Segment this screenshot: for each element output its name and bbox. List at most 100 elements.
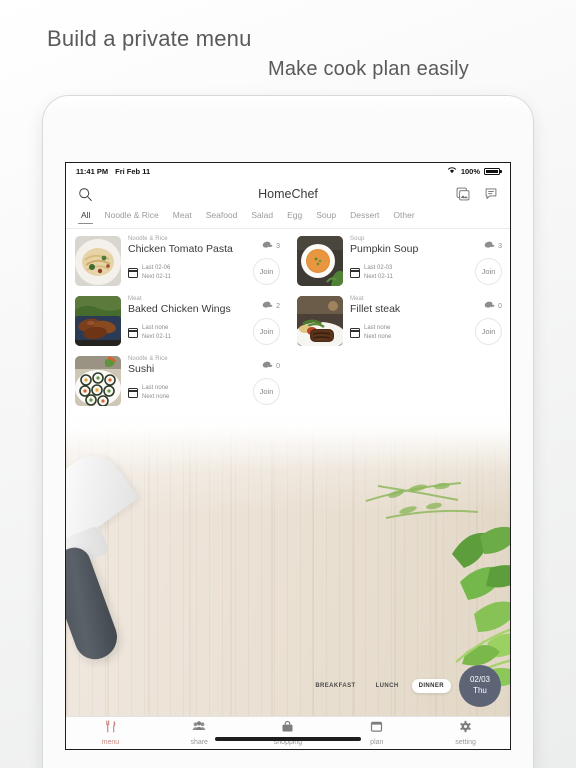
kitchen-background-photo: BREAKFAST LUNCH DINNER 02/03 Thu (66, 411, 510, 716)
status-date: Fri Feb 11 (115, 166, 151, 176)
chef-hat-icon (262, 297, 273, 315)
recipe-last-date: Last 02-06 (142, 265, 171, 271)
recipe-card[interactable]: Meat Baked Chicken Wings Last none Next … (66, 291, 288, 351)
recipe-last-date: Last 02-03 (364, 265, 393, 271)
tab-all[interactable]: All (74, 209, 97, 224)
gear-icon (459, 720, 472, 738)
recipe-category: Noodle & Rice (128, 356, 168, 362)
recipe-next-date: Next none (364, 334, 392, 340)
join-button[interactable]: Join (475, 318, 502, 345)
tab-noodle-rice[interactable]: Noodle & Rice (97, 209, 165, 224)
recipe-next-date: Next none (142, 394, 170, 400)
cutlery-icon (104, 720, 117, 738)
note-add-icon[interactable] (484, 187, 498, 201)
recipe-thumbnail-steak (297, 296, 343, 346)
headline-secondary: Make cook plan easily (268, 58, 469, 80)
home-indicator[interactable] (215, 737, 361, 741)
tablet-device-frame: 11:41 PM Fri Feb 11 100% HomeChef All No… (43, 96, 533, 768)
nav-bar: HomeChef (66, 179, 510, 209)
calendar-icon (350, 268, 360, 278)
tab-menu[interactable]: menu (66, 720, 155, 746)
chef-hat-icon (262, 357, 273, 375)
page-title: HomeChef (258, 187, 318, 201)
meal-tag-lunch[interactable]: LUNCH (369, 679, 406, 693)
recipe-category: Meat (128, 296, 142, 302)
cook-count-value: 0 (498, 302, 502, 310)
tab-dessert[interactable]: Dessert (343, 209, 386, 224)
calendar-icon (370, 720, 383, 738)
battery-percent-label: 100% (460, 166, 480, 176)
search-icon[interactable] (78, 187, 93, 202)
calendar-icon (128, 388, 138, 398)
basket-icon (281, 720, 294, 738)
calendar-icon (128, 328, 138, 338)
recipe-card[interactable]: Soup Pumpkin Soup Last 02-03 Next 02-11 (288, 231, 510, 291)
recipe-last-date: Last none (364, 325, 391, 331)
recipe-thumbnail-sushi (75, 356, 121, 406)
tab-other[interactable]: Other (386, 209, 421, 224)
cook-count-value: 3 (276, 242, 280, 250)
tab-share[interactable]: share (155, 720, 244, 746)
recipe-cook-count: 0 (484, 297, 502, 315)
recipe-category: Noodle & Rice (128, 236, 168, 242)
cook-count-value: 3 (498, 242, 502, 250)
recipe-last-date: Last none (142, 325, 169, 331)
recipe-cook-count: 0 (262, 357, 280, 375)
gallery-icon[interactable] (456, 187, 470, 201)
recipe-name: Baked Chicken Wings (128, 303, 231, 315)
recipe-card[interactable]: Noodle & Rice Sushi Last none Next none (66, 351, 288, 411)
chef-hat-icon (484, 237, 495, 255)
tab-menu-label: menu (101, 739, 120, 746)
bottom-tab-bar[interactable]: menu share shopping plan setting (66, 716, 510, 749)
join-button[interactable]: Join (253, 258, 280, 285)
meal-selector[interactable]: BREAKFAST LUNCH DINNER 02/03 Thu (308, 665, 501, 707)
tab-egg[interactable]: Egg (280, 209, 309, 224)
join-button[interactable]: Join (253, 378, 280, 405)
headline-primary: Build a private menu (47, 26, 252, 51)
meal-tag-dinner[interactable]: DINNER (411, 679, 451, 693)
tab-shopping[interactable]: shopping (244, 720, 333, 746)
date-badge[interactable]: 02/03 Thu (459, 665, 501, 707)
recipe-thumbnail-pasta (75, 236, 121, 286)
status-bar: 11:41 PM Fri Feb 11 100% (66, 163, 510, 179)
calendar-icon (128, 268, 138, 278)
calendar-icon (350, 328, 360, 338)
recipe-thumbnail-chicken-wings (75, 296, 121, 346)
tab-plan-label: plan (370, 739, 384, 746)
tab-share-label: share (190, 739, 208, 746)
status-time: 11:41 PM (76, 166, 109, 176)
tab-salad[interactable]: Salad (244, 209, 280, 224)
join-button[interactable]: Join (475, 258, 502, 285)
recipe-card[interactable]: Meat Fillet steak Last none Next none 0 … (288, 291, 510, 351)
battery-icon (484, 167, 502, 175)
recipe-card[interactable]: Noodle & Rice Chicken Tomato Pasta Last … (66, 231, 288, 291)
knife-handle-graphic (66, 543, 124, 665)
tab-soup[interactable]: Soup (309, 209, 343, 224)
tab-meat[interactable]: Meat (166, 209, 199, 224)
recipe-name: Chicken Tomato Pasta (128, 243, 233, 255)
people-icon (192, 720, 206, 738)
recipe-thumbnail-soup (297, 236, 343, 286)
recipe-next-date: Next 02-11 (364, 274, 393, 280)
tab-seafood[interactable]: Seafood (199, 209, 245, 224)
tab-setting[interactable]: setting (421, 720, 510, 746)
recipe-last-date: Last none (142, 385, 169, 391)
join-button[interactable]: Join (253, 318, 280, 345)
category-tab-bar[interactable]: All Noodle & Rice Meat Seafood Salad Egg… (66, 209, 510, 229)
wifi-icon (447, 166, 457, 176)
recipe-name: Pumpkin Soup (350, 243, 419, 255)
app-screen: 11:41 PM Fri Feb 11 100% HomeChef All No… (65, 162, 511, 750)
recipe-cook-count: 2 (262, 297, 280, 315)
recipe-category: Meat (350, 296, 364, 302)
date-badge-date: 02/03 (469, 675, 491, 685)
recipe-next-date: Next 02-11 (142, 274, 171, 280)
tab-setting-label: setting (455, 739, 476, 746)
recipe-name: Sushi (128, 363, 155, 375)
recipe-cook-count: 3 (262, 237, 280, 255)
cook-count-value: 2 (276, 302, 280, 310)
recipe-card-area: Noodle & Rice Chicken Tomato Pasta Last … (66, 229, 510, 411)
recipe-next-date: Next 02-11 (142, 334, 171, 340)
date-badge-weekday: Thu (473, 686, 487, 695)
tab-plan[interactable]: plan (332, 720, 421, 746)
meal-tag-breakfast[interactable]: BREAKFAST (308, 679, 362, 693)
